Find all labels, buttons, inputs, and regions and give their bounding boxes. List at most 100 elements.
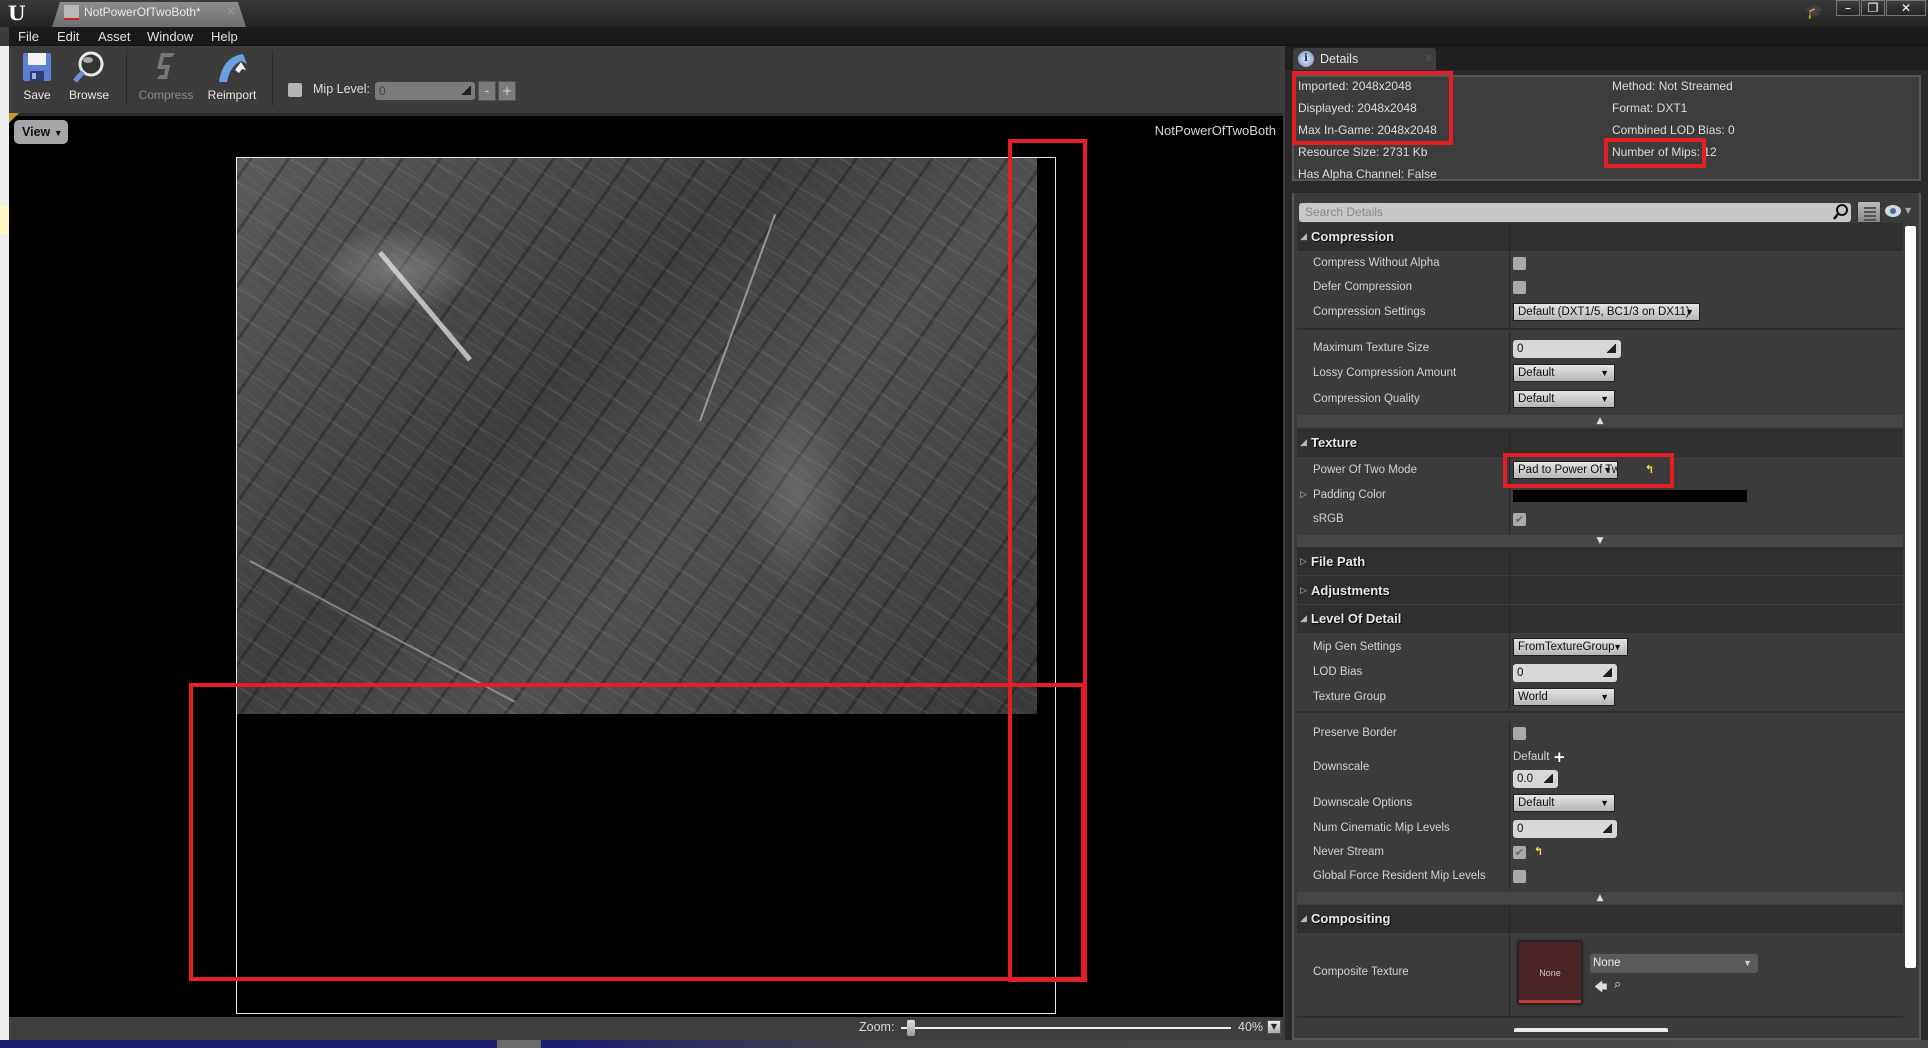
close-window-button[interactable]: ✕ <box>1886 0 1926 16</box>
menu-edit[interactable]: Edit <box>57 27 79 46</box>
composite-texture-label: Composite Texture <box>1313 966 1409 978</box>
padding-color-swatch[interactable] <box>1513 490 1747 502</box>
compression-quality-value: Default <box>1518 393 1555 405</box>
composite-texture-thumbnail-label: None <box>1539 968 1561 978</box>
zoom-dropdown-button[interactable]: ▼ <box>1267 1020 1281 1034</box>
never-stream-checkbox[interactable]: ✔ <box>1513 846 1526 859</box>
downscale-options-combo[interactable]: Default ▼ <box>1513 794 1615 812</box>
downscale-options-label: Downscale Options <box>1313 797 1413 809</box>
preserve-border-label: Preserve Border <box>1313 727 1397 739</box>
column-divider[interactable] <box>1509 905 1510 1018</box>
view-menu-button[interactable]: View ▼ <box>14 120 68 144</box>
collapse-advanced-button[interactable]: ▲ <box>1297 415 1903 427</box>
chevron-down-icon: ▼ <box>1600 692 1609 702</box>
downscale-input[interactable]: 0.0 <box>1513 770 1558 788</box>
compression-settings-label: Compression Settings <box>1313 306 1426 318</box>
menu-asset[interactable]: Asset <box>98 27 131 46</box>
preserve-border-checkbox[interactable] <box>1513 727 1526 740</box>
reimport-arrow-icon <box>219 54 247 82</box>
info-has-alpha: Has Alpha Channel: False <box>1298 167 1437 181</box>
max-texture-size-label: Maximum Texture Size <box>1313 342 1430 354</box>
mip-gen-settings-combo[interactable]: FromTextureGroup ▼ <box>1513 638 1628 656</box>
mip-increment-button[interactable]: + <box>498 81 516 101</box>
max-texture-size-input[interactable]: 0 <box>1513 340 1621 358</box>
property-matrix-button[interactable] <box>1857 201 1881 223</box>
srgb-label: sRGB <box>1313 513 1344 525</box>
info-icon: i <box>1298 51 1314 67</box>
add-platform-override-icon[interactable]: + <box>1553 748 1566 766</box>
reimport-button[interactable]: Reimport <box>203 50 261 106</box>
reset-to-default-icon[interactable]: ↰ <box>1534 845 1543 858</box>
section-divider <box>1297 328 1903 330</box>
details-scrollbar[interactable] <box>1905 226 1916 968</box>
column-divider[interactable] <box>1509 333 1510 413</box>
search-details-input[interactable]: Search Details <box>1299 203 1851 222</box>
collapse-advanced-button[interactable]: ▲ <box>1297 892 1903 904</box>
lossy-compression-combo[interactable]: Default ▼ <box>1513 364 1615 382</box>
mip-level-label: Mip Level: <box>313 82 370 96</box>
padding-color-label: Padding Color <box>1313 489 1386 501</box>
lod-bias-input[interactable]: 0 <box>1513 664 1617 682</box>
search-icon[interactable] <box>1833 203 1849 221</box>
use-selected-arrow-icon[interactable]: 🡄 <box>1594 978 1607 1000</box>
tutorial-graduation-cap-icon[interactable]: 🎓 <box>1806 4 1824 20</box>
drag-grip-icon <box>1603 824 1612 833</box>
minimize-button[interactable]: – <box>1836 0 1860 16</box>
chevron-down-icon[interactable]: ▼ <box>1905 206 1911 215</box>
expand-advanced-button[interactable]: ▼ <box>1297 535 1903 547</box>
drag-grip-icon <box>1603 668 1612 677</box>
tab-close-icon[interactable]: × <box>226 4 236 18</box>
compression-quality-combo[interactable]: Default ▼ <box>1513 390 1615 408</box>
category-adjustments-title: Adjustments <box>1311 583 1390 598</box>
magnifier-icon <box>73 51 104 83</box>
menu-help[interactable]: Help <box>211 27 238 46</box>
collapsed-triangle-icon[interactable]: ▷ <box>1300 490 1307 500</box>
toolbar-separator <box>272 50 273 106</box>
expanded-triangle-icon: ◢ <box>1300 232 1307 242</box>
collapsed-triangle-icon: ▷ <box>1300 586 1307 596</box>
mip-decrement-button[interactable]: - <box>478 81 496 101</box>
column-divider[interactable] <box>1509 547 1510 604</box>
zoom-slider-thumb[interactable] <box>906 1020 915 1036</box>
mip-level-input[interactable]: 0 <box>375 82 475 100</box>
details-tab[interactable] <box>1293 48 1436 70</box>
category-file-path[interactable] <box>1297 547 1903 575</box>
chevron-down-icon: ▼ <box>1685 307 1694 317</box>
browse-button[interactable]: Browse <box>66 50 112 106</box>
compress-button[interactable]: Compress <box>138 50 194 106</box>
mip-level-value: 0 <box>379 84 386 98</box>
texture-group-combo[interactable]: World ▼ <box>1513 688 1615 706</box>
srgb-checkbox[interactable]: ✔ <box>1513 513 1526 526</box>
composite-texture-asset-picker[interactable]: None ▼ <box>1590 954 1758 973</box>
texture-asset-icon <box>64 5 79 20</box>
visibility-eye-icon[interactable] <box>1885 205 1901 217</box>
browse-label: Browse <box>68 88 109 102</box>
texture-group-value: World <box>1518 691 1548 703</box>
unreal-logo-icon[interactable]: U <box>8 2 32 24</box>
mip-level-checkbox[interactable] <box>288 83 302 97</box>
title-bar <box>0 0 1928 27</box>
info-method: Method: Not Streamed <box>1612 79 1733 93</box>
compression-settings-combo[interactable]: Default (DXT1/5, BC1/3 on DX11) ▼ <box>1513 303 1700 321</box>
column-divider[interactable] <box>1509 722 1510 890</box>
menu-window[interactable]: Window <box>147 27 193 46</box>
tab-close-icon[interactable]: ✕ <box>1424 52 1433 65</box>
maximize-button[interactable]: ❐ <box>1861 0 1885 16</box>
num-cinematic-mip-levels-input[interactable]: 0 <box>1513 820 1617 838</box>
zoom-slider-track[interactable] <box>901 1027 1231 1029</box>
category-texture-title: Texture <box>1311 435 1357 450</box>
collapsed-triangle-icon: ▷ <box>1300 557 1307 567</box>
save-disk-icon <box>23 53 51 81</box>
menu-file[interactable]: File <box>18 27 39 46</box>
background-window-strip <box>0 46 9 1048</box>
taskbar-button[interactable] <box>497 1040 541 1048</box>
chevron-down-icon: ▼ <box>1613 642 1622 652</box>
column-divider[interactable] <box>1509 223 1510 330</box>
column-divider[interactable] <box>1509 605 1510 709</box>
chevron-down-icon: ▼ <box>53 128 63 138</box>
save-button[interactable]: Save <box>16 50 58 106</box>
defer-compression-checkbox[interactable] <box>1513 281 1526 294</box>
compress-without-alpha-checkbox[interactable] <box>1513 257 1526 270</box>
global-force-resident-checkbox[interactable] <box>1513 870 1526 883</box>
browse-magnifier-icon[interactable]: ⌕ <box>1614 977 1621 992</box>
